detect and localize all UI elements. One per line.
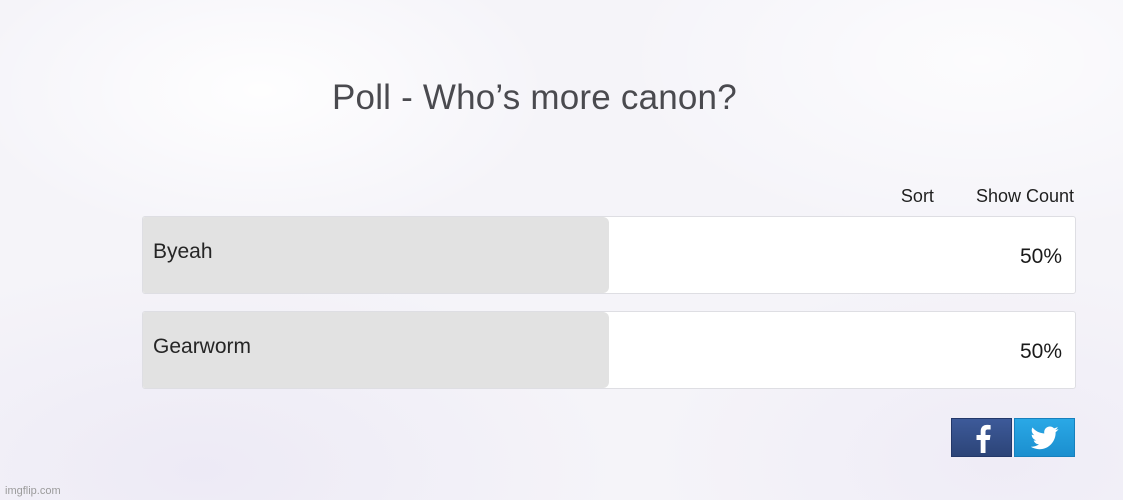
sort-button[interactable]: Sort (901, 186, 934, 207)
poll-option-percent: 50% (1019, 245, 1062, 268)
share-buttons (951, 418, 1075, 457)
twitter-share-button[interactable] (1014, 418, 1075, 457)
facebook-share-button[interactable] (951, 418, 1012, 457)
poll-controls: Sort Show Count (901, 186, 1074, 207)
poll-option-gearworm[interactable]: Gearworm 50% (142, 311, 1076, 389)
facebook-icon (976, 424, 991, 453)
poll-option-bar (143, 217, 609, 293)
poll-option-percent: 50% (1019, 340, 1062, 363)
show-count-button[interactable]: Show Count (976, 186, 1074, 207)
twitter-icon (1030, 425, 1059, 449)
poll-options: Byeah 50% Gearworm 50% (142, 216, 1076, 406)
poll-option-label: Byeah (153, 240, 213, 263)
poll-option-label: Gearworm (153, 335, 252, 358)
poll-title: Poll - Who’s more canon? (332, 78, 737, 117)
poll-option-byeah[interactable]: Byeah 50% (142, 216, 1076, 294)
watermark: imgflip.com (5, 485, 61, 497)
